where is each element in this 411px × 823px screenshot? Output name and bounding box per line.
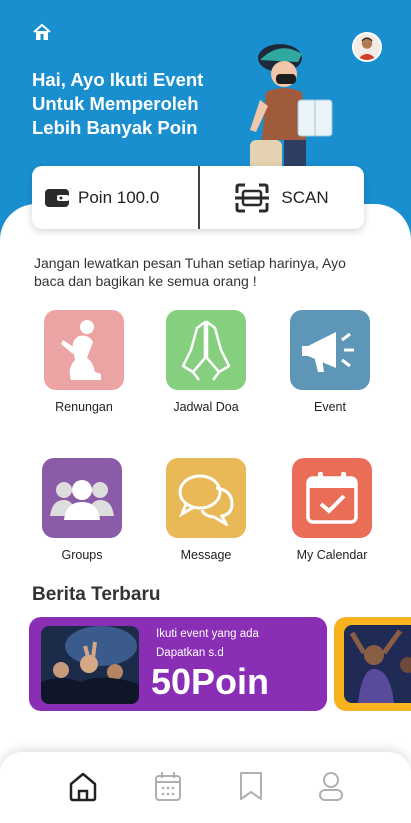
traveler-illustration <box>250 44 333 175</box>
home-icon[interactable] <box>32 22 52 42</box>
menu-label: Groups <box>61 548 103 562</box>
menu-label: Jadwal Doa <box>173 400 239 414</box>
news-card[interactable] <box>334 617 411 711</box>
menu-label: Message <box>180 548 232 562</box>
praying-person-icon <box>44 310 124 390</box>
group-icon <box>42 458 122 538</box>
menu-event[interactable]: Event <box>280 310 380 414</box>
scan-label: SCAN <box>281 187 329 207</box>
menu-label: My Calendar <box>296 548 368 562</box>
bookmark-icon[interactable] <box>236 770 266 802</box>
greeting-text: Hai, Ayo Ikuti Event Untuk Memperoleh Le… <box>32 69 204 138</box>
news-image <box>41 626 139 704</box>
news-points: 50Poin <box>151 661 270 702</box>
megaphone-icon <box>290 310 370 390</box>
news-line-1: Ikuti event yang ada <box>156 628 259 640</box>
menu-renungan[interactable]: Renungan <box>34 310 134 414</box>
avatar[interactable] <box>352 32 382 62</box>
poin-button[interactable]: Poin 100.0 <box>32 166 200 229</box>
profile-photo <box>354 34 380 60</box>
menu-my-calendar[interactable]: My Calendar <box>282 458 382 562</box>
menu-label: Renungan <box>55 400 113 414</box>
news-card[interactable]: Ikuti event yang ada Dapatkan s.d 50Poin <box>29 617 327 711</box>
menu-message[interactable]: Message <box>156 458 256 562</box>
praying-hands-icon <box>166 310 246 390</box>
chat-bubbles-icon <box>166 458 246 538</box>
bottom-navigation <box>0 752 411 823</box>
scan-icon <box>235 183 270 212</box>
news-image <box>344 625 411 703</box>
calendar-check-icon <box>292 458 372 538</box>
section-title: Berita Terbaru <box>32 584 161 605</box>
poin-balance: Poin 100.0 <box>78 187 160 207</box>
wallet-icon <box>45 188 69 207</box>
calendar-icon[interactable] <box>153 770 183 802</box>
scan-button[interactable]: SCAN <box>200 166 364 229</box>
home-icon[interactable] <box>68 770 98 802</box>
menu-label: Event <box>314 400 346 414</box>
poin-card: Poin 100.0 SCAN <box>32 166 364 229</box>
intro-text: Jangan lewatkan pesan Tuhan setiap harin… <box>34 255 346 289</box>
user-icon[interactable] <box>316 770 346 802</box>
menu-jadwal-doa[interactable]: Jadwal Doa <box>156 310 256 414</box>
news-line-2: Dapatkan s.d <box>156 647 224 659</box>
menu-groups[interactable]: Groups <box>32 458 132 562</box>
